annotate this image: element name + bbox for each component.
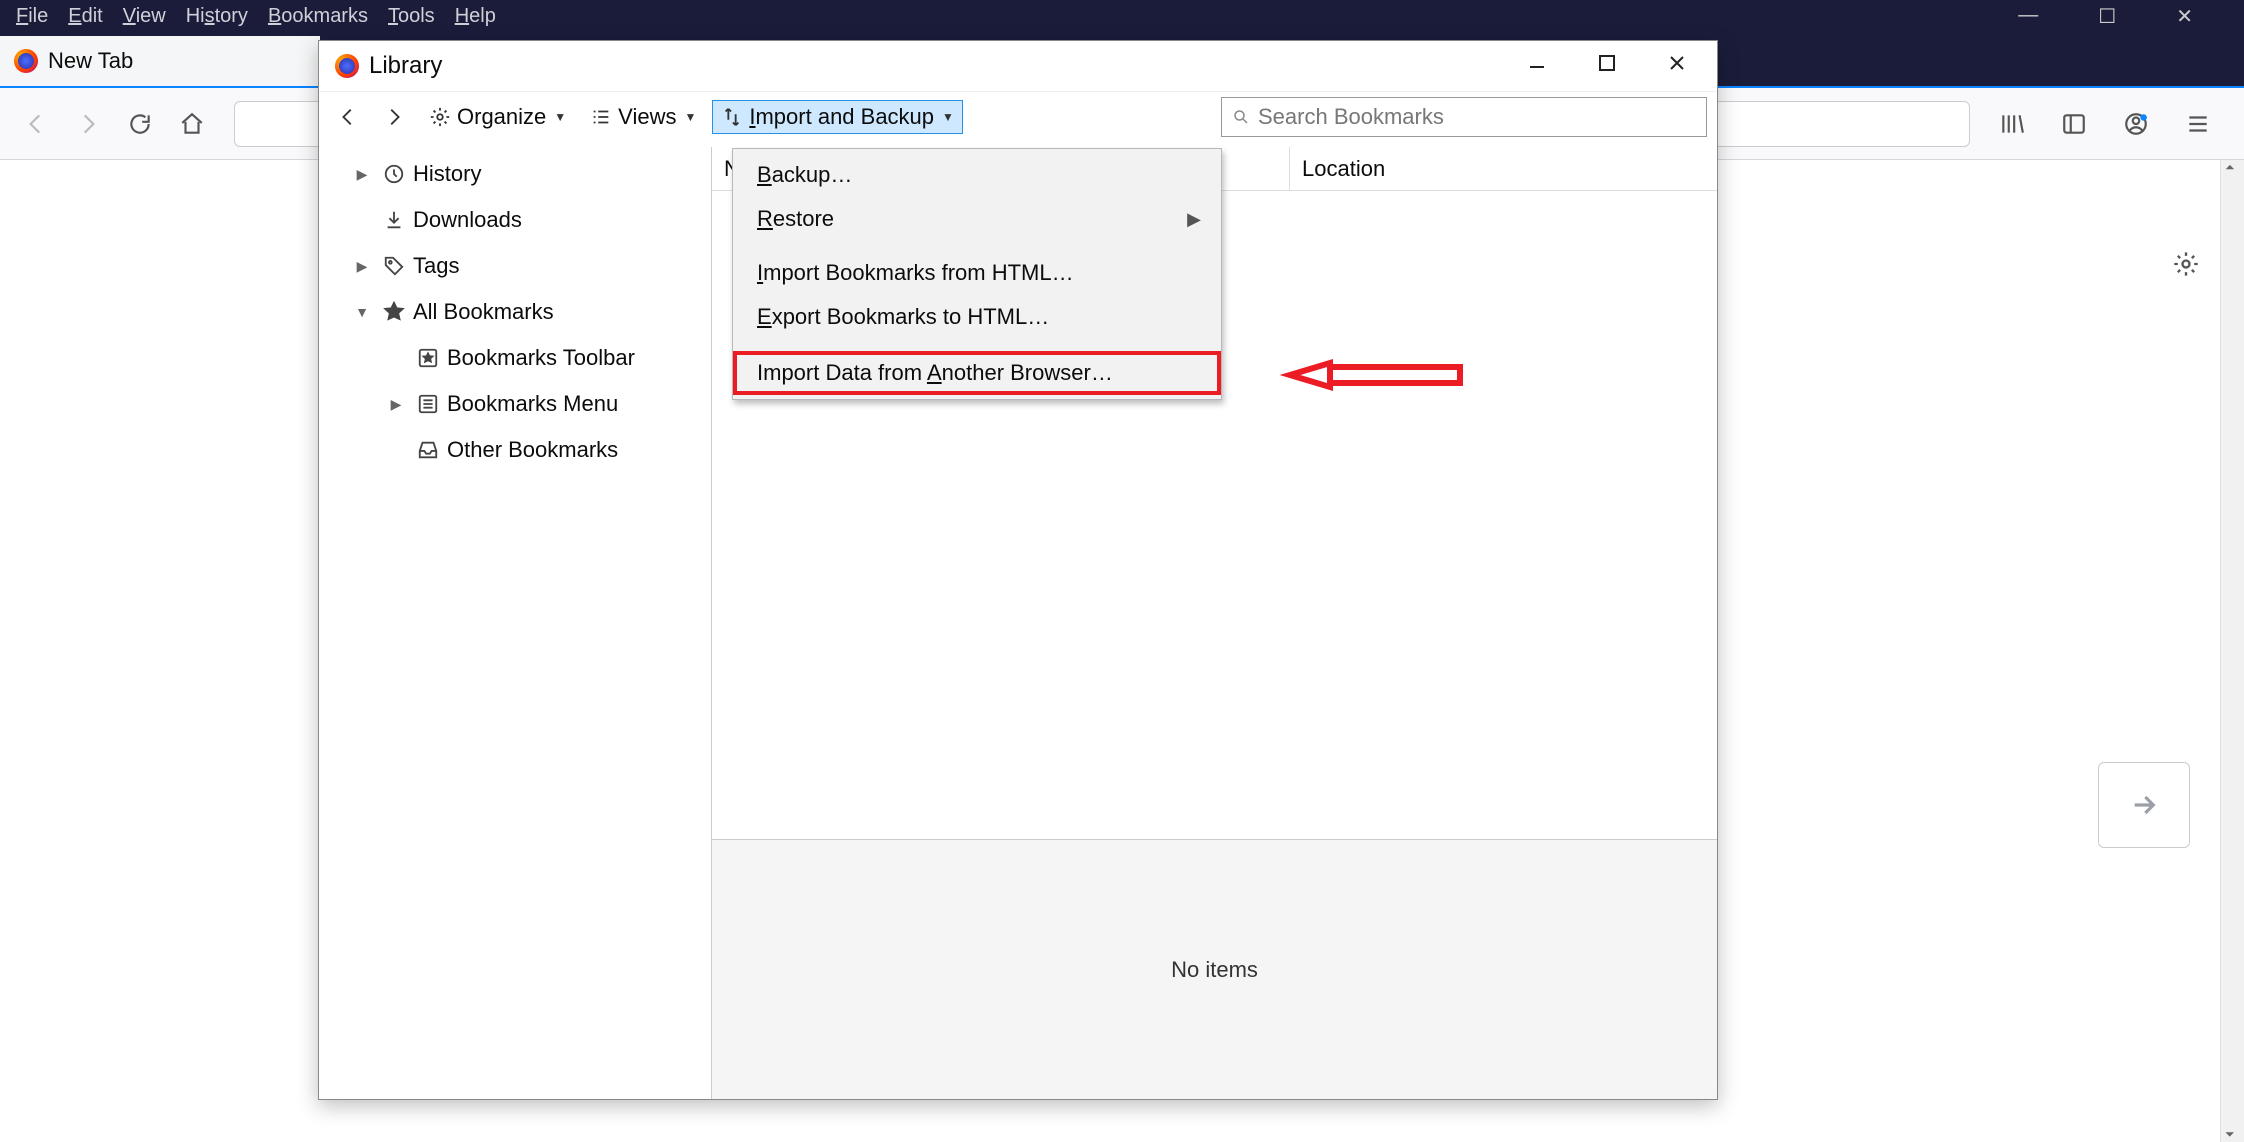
library-close-button[interactable]: [1667, 53, 1687, 79]
library-titlebar: Library: [319, 41, 1717, 91]
menu-bookmarks[interactable]: Bookmarks: [258, 1, 378, 32]
menu-help[interactable]: Help: [445, 1, 506, 32]
window-close-icon[interactable]: ✕: [2166, 0, 2203, 33]
tree-label: History: [413, 161, 481, 187]
tree-label: All Bookmarks: [413, 299, 554, 325]
tree-item-downloads[interactable]: Downloads: [319, 197, 711, 243]
import-backup-dropdown: Backup… Restore▶ Import Bookmarks from H…: [732, 148, 1222, 400]
tree-label: Downloads: [413, 207, 522, 233]
tab-title: New Tab: [48, 48, 133, 74]
toolbar-star-icon: [417, 347, 439, 369]
tree-label: Tags: [413, 253, 459, 279]
menu-item-backup[interactable]: Backup…: [733, 153, 1221, 197]
organize-label: Organize: [457, 104, 546, 130]
window-minimize-icon[interactable]: —: [2008, 0, 2048, 33]
library-details-pane: No items: [712, 839, 1717, 1099]
menu-history[interactable]: History: [176, 1, 258, 32]
tree-label: Bookmarks Menu: [447, 391, 618, 417]
library-title-text: Library: [369, 52, 442, 80]
firefox-logo-icon: [335, 54, 359, 78]
download-icon: [383, 209, 405, 231]
views-menu-button[interactable]: Views▼: [582, 101, 704, 133]
menu-item-restore[interactable]: Restore▶: [733, 197, 1221, 241]
forward-card-button[interactable]: [2098, 762, 2190, 848]
details-empty-text: No items: [1171, 957, 1258, 983]
library-tree: ▶ History Downloads ▶ Tags ▼ All Bookmar…: [319, 147, 712, 1099]
menu-edit[interactable]: Edit: [58, 1, 112, 32]
menu-file[interactable]: File: [6, 1, 58, 32]
search-placeholder: Search Bookmarks: [1258, 104, 1444, 130]
column-header-location[interactable]: Location: [1290, 156, 1717, 182]
library-maximize-button[interactable]: [1597, 53, 1617, 79]
sidebar-icon[interactable]: [2052, 102, 2096, 146]
nav-back-button[interactable]: [14, 102, 58, 146]
window-maximize-icon[interactable]: ☐: [2088, 0, 2126, 33]
tree-item-bookmarks-toolbar[interactable]: Bookmarks Toolbar: [319, 335, 711, 381]
organize-menu-button[interactable]: Organize▼: [421, 101, 574, 133]
tree-item-tags[interactable]: ▶ Tags: [319, 243, 711, 289]
tree-item-all-bookmarks[interactable]: ▼ All Bookmarks: [319, 289, 711, 335]
search-icon: [1232, 108, 1250, 126]
list-icon: [590, 106, 612, 128]
browser-tab[interactable]: New Tab: [0, 36, 320, 86]
library-search-input[interactable]: Search Bookmarks: [1221, 97, 1707, 137]
tree-item-other-bookmarks[interactable]: Other Bookmarks: [319, 427, 711, 473]
annotation-arrow: [1280, 345, 1470, 411]
tree-label: Other Bookmarks: [447, 437, 618, 463]
nav-home-button[interactable]: [170, 102, 214, 146]
star-icon: [383, 301, 405, 323]
import-backup-label: Import and Backup: [749, 104, 934, 130]
gear-icon: [429, 106, 451, 128]
menu-list-icon: [417, 393, 439, 415]
account-icon[interactable]: [2114, 102, 2158, 146]
library-minimize-button[interactable]: [1527, 53, 1547, 79]
tag-icon: [383, 255, 405, 277]
library-nav-forward[interactable]: [375, 103, 413, 131]
nav-forward-button[interactable]: [66, 102, 110, 146]
menu-item-import-html[interactable]: Import Bookmarks from HTML…: [733, 251, 1221, 295]
menu-tools[interactable]: Tools: [378, 1, 445, 32]
library-nav-back[interactable]: [329, 103, 367, 131]
nav-reload-button[interactable]: [118, 102, 162, 146]
library-icon[interactable]: [1990, 102, 2034, 146]
browser-menubar: File Edit View History Bookmarks Tools H…: [0, 0, 2244, 32]
import-backup-menu-button[interactable]: Import and Backup▼: [712, 100, 963, 134]
inbox-icon: [417, 439, 439, 461]
tree-item-history[interactable]: ▶ History: [319, 151, 711, 197]
views-label: Views: [618, 104, 676, 130]
tree-item-bookmarks-menu[interactable]: ▶ Bookmarks Menu: [319, 381, 711, 427]
app-menu-button[interactable]: [2176, 102, 2220, 146]
scrollbar-vertical[interactable]: [2220, 160, 2244, 1142]
library-toolbar: Organize▼ Views▼ Import and Backup▼ Sear…: [319, 91, 1717, 141]
menu-item-export-html[interactable]: Export Bookmarks to HTML…: [733, 295, 1221, 339]
menu-item-import-another-browser[interactable]: Import Data from Another Browser…: [733, 351, 1221, 395]
tree-label: Bookmarks Toolbar: [447, 345, 635, 371]
content-settings-gear-icon[interactable]: [2172, 250, 2200, 284]
firefox-logo-icon: [14, 49, 38, 73]
menu-view[interactable]: View: [113, 1, 176, 32]
clock-icon: [383, 163, 405, 185]
import-export-icon: [721, 106, 743, 128]
